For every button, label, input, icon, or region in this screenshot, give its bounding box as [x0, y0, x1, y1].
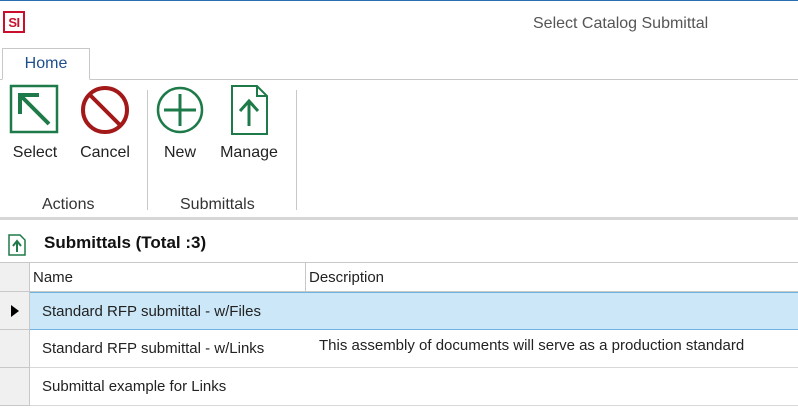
title-bar: SI Select Catalog Submittal	[0, 0, 798, 46]
row-header[interactable]	[0, 330, 30, 368]
row-name: Standard RFP submittal - w/Links	[42, 340, 265, 357]
row-name-cell[interactable]: Submittal example for Links	[30, 368, 798, 406]
row-name: Standard RFP submittal - w/Files	[42, 302, 261, 320]
current-row-arrow-icon	[11, 305, 19, 317]
ribbon-group-separator	[147, 90, 148, 210]
new-button[interactable]: New	[150, 80, 210, 180]
select-button-label: Select	[12, 144, 58, 161]
submittals-panel-header: Submittals (Total :3)	[0, 226, 798, 260]
app-logo-icon[interactable]: SI	[3, 11, 25, 33]
submittal-document-icon	[8, 234, 26, 256]
cancel-button-label: Cancel	[80, 144, 130, 161]
row-description-cell[interactable]: This assembly of documents will serve as…	[306, 330, 798, 368]
plus-circle-icon	[156, 86, 204, 134]
new-button-label: New	[163, 144, 196, 161]
submittals-grid: Name Description Standard RFP submittal …	[0, 262, 798, 412]
app-logo-text: SI	[8, 14, 20, 30]
group-label-actions: Actions	[42, 196, 95, 213]
select-arrow-icon	[9, 84, 59, 134]
row-header[interactable]	[0, 292, 30, 330]
row-header[interactable]	[0, 368, 30, 406]
group-label-submittals: Submittals	[180, 196, 255, 213]
grid-corner-header[interactable]	[0, 262, 30, 292]
ribbon-tab-strip: Home	[0, 46, 798, 80]
row-name-cell[interactable]: Standard RFP submittal - w/Files	[30, 292, 798, 330]
manage-button[interactable]: Manage	[214, 80, 284, 180]
manage-button-label: Manage	[220, 144, 278, 161]
cancel-button[interactable]: Cancel	[74, 80, 136, 180]
panel-title: Submittals (Total :3)	[44, 233, 207, 252]
document-upload-icon	[231, 85, 268, 135]
ribbon-group-separator	[296, 90, 297, 210]
row-description: This assembly of documents will serve as…	[319, 337, 745, 354]
column-header-description[interactable]: Description	[306, 262, 798, 292]
window-title: Select Catalog Submittal	[533, 15, 709, 32]
column-header-name[interactable]: Name	[30, 262, 306, 292]
row-name: Submittal example for Links	[42, 378, 227, 395]
ribbon: Select Cancel Actions New Manage Submitt…	[0, 80, 798, 220]
tab-home[interactable]: Home	[2, 48, 90, 80]
cancel-circle-icon	[81, 86, 129, 134]
select-button[interactable]: Select	[4, 80, 66, 180]
row-name-cell[interactable]: Standard RFP submittal - w/Links	[30, 330, 306, 368]
